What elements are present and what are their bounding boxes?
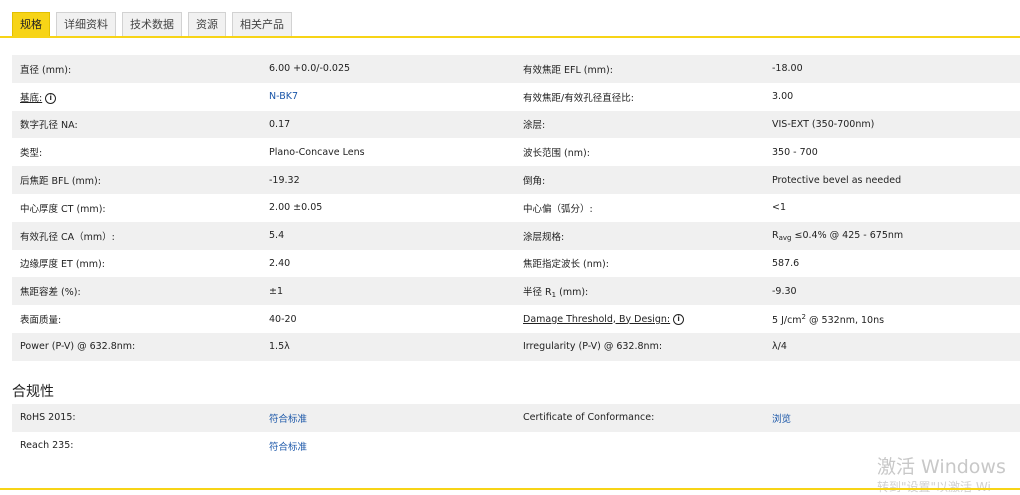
spec-value: -9.30 [772,285,797,297]
tab-underline [0,36,1020,38]
spec-value: 0.17 [269,118,291,130]
spec-value: N-BK7 [261,91,515,102]
spec-label: Irregularity (P-V) @ 632.8nm: [523,341,663,353]
tab-tech-data[interactable]: 技术数据 [122,12,182,36]
spec-label: 基底: i [12,90,261,104]
spec-table: 直径 (mm): 6.00 +0.0/-0.025 有效焦距 EFL (mm):… [12,55,1020,361]
value-text: R [772,229,779,241]
spec-label: 有效焦距/有效孔径直径比: [523,92,634,104]
spec-label: 波长范围 (nm): [523,148,590,160]
spec-label: 焦距容差 (%): [20,287,81,299]
table-row: 表面质量: 40-20 Damage Threshold, By Design:… [12,305,1020,333]
spec-label: 直径 (mm): [20,64,72,76]
value-text: 5 J/cm [772,314,802,326]
spec-value: 1.5λ [269,341,290,353]
spec-label: 有效孔径 CA（mm）: [20,231,115,243]
value-text: @ 532nm, 10ns [806,314,885,326]
spec-label: 数字孔径 NA: [20,120,78,132]
table-row: 焦距容差 (%): ±1 半径 R1 (mm): -9.30 [12,277,1020,306]
spec-label: 中心偏（弧分）: [523,203,593,215]
table-row: 边缘厚度 ET (mm): 2.40 焦距指定波长 (nm): 587.6 [12,250,1020,278]
tab-details[interactable]: 详细资料 [56,12,116,36]
table-row: 数字孔径 NA: 0.17 涂层: VIS-EXT (350-700nm) [12,110,1020,139]
spec-value: 浏览 [764,411,1020,425]
tab-specs[interactable]: 规格 [12,12,50,36]
spec-label: 中心厚度 CT (mm): [20,203,106,215]
damage-threshold-label[interactable]: Damage Threshold, By Design: [523,314,670,325]
spec-label: 有效焦距 EFL (mm): [523,64,613,76]
certificate-view-link[interactable]: 浏览 [772,414,791,425]
spec-label: 表面质量: [20,315,62,327]
spec-label: 涂层: [523,120,546,132]
tab-resources[interactable]: 资源 [188,12,226,36]
windows-activation-watermark: 激活 Windows [877,456,1006,478]
spec-value: λ/4 [772,341,787,353]
table-row: 基底: i N-BK7 有效焦距/有效孔径直径比: 3.00 [12,83,1020,111]
table-row: 后焦距 BFL (mm): -19.32 倒角: Protective beve… [12,166,1020,194]
info-icon[interactable]: i [45,92,57,104]
spec-value: 5 J/cm2 @ 532nm, 10ns [764,313,1020,326]
spec-label: Power (P-V) @ 632.8nm: [20,341,136,353]
table-row: 直径 (mm): 6.00 +0.0/-0.025 有效焦距 EFL (mm):… [12,55,1020,83]
spec-label: 倒角: [523,176,546,188]
label-text: (mm): [556,286,589,298]
spec-label: 后焦距 BFL (mm): [20,176,101,188]
spec-value: 5.4 [269,230,285,242]
spec-value: 587.6 [772,257,800,269]
substrate-label[interactable]: 基底: [20,93,42,104]
spec-label: Certificate of Conformance: [523,412,655,424]
spec-value: <1 [772,202,787,214]
spec-value: 350 - 700 [772,146,818,158]
spec-value: 2.00 ±0.05 [269,202,323,214]
spec-value: Plano-Concave Lens [269,146,365,158]
substrate-link[interactable]: N-BK7 [269,91,298,102]
table-row: Power (P-V) @ 632.8nm: 1.5λ Irregularity… [12,332,1020,361]
spec-label: 涂层规格: [523,231,565,243]
info-icon[interactable]: i [673,313,685,325]
label-text: 半径 R [523,286,552,298]
reach-compliant-link[interactable]: 符合标准 [269,442,307,453]
compliance-title: 合规性 [12,384,54,400]
spec-value: 符合标准 [261,439,515,453]
subscript: avg [778,233,792,242]
value-text: ≤0.4% @ 425 - 675nm [791,229,904,241]
spec-value: 40-20 [269,313,297,325]
spec-value: 6.00 +0.0/-0.025 [269,63,351,75]
table-row: RoHS 2015: 符合标准 Certificate of Conforman… [12,404,1020,432]
table-row: Reach 235: 符合标准 [12,432,1020,460]
spec-label: 焦距指定波长 (nm): [523,259,609,271]
spec-value: ±1 [269,285,284,297]
spec-value: 符合标准 [261,411,515,425]
spec-value: 2.40 [269,257,291,269]
spec-label: 半径 R1 (mm): [515,284,764,299]
compliance-table: RoHS 2015: 符合标准 Certificate of Conforman… [12,404,1020,460]
table-row: 中心厚度 CT (mm): 2.00 ±0.05 中心偏（弧分）: <1 [12,194,1020,222]
spec-value: Protective bevel as needed [772,174,902,186]
spec-value: -19.32 [269,174,300,186]
spec-label: 边缘厚度 ET (mm): [20,259,105,271]
table-row: 有效孔径 CA（mm）: 5.4 涂层规格: Ravg ≤0.4% @ 425 … [12,221,1020,250]
rohs-compliant-link[interactable]: 符合标准 [269,414,307,425]
spec-label: Damage Threshold, By Design: i [515,313,764,325]
table-row: 类型: Plano-Concave Lens 波长范围 (nm): 350 - … [12,138,1020,166]
spec-label: 类型: [20,148,43,160]
spec-label: Reach 235: [20,440,74,452]
spec-value: Ravg ≤0.4% @ 425 - 675nm [764,230,1020,242]
spec-label: RoHS 2015: [20,412,76,424]
windows-activation-subtext: 转到"设置"以激活 Wi [877,480,991,494]
spec-value: 3.00 [772,91,794,103]
tab-related-products[interactable]: 相关产品 [232,12,292,36]
spec-value: VIS-EXT (350-700nm) [772,118,875,130]
spec-value: -18.00 [772,63,803,75]
tab-bar: 规格 详细资料 技术数据 资源 相关产品 [12,12,292,36]
